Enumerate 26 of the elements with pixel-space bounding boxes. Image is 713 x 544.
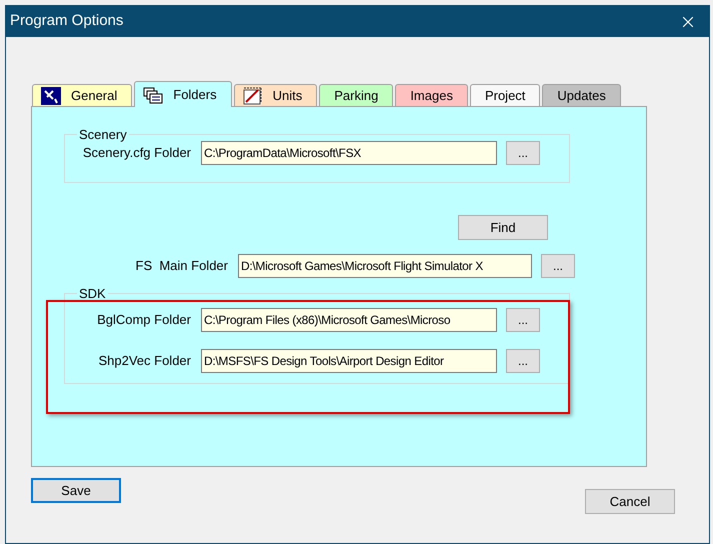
- browse-button[interactable]: ...: [506, 308, 540, 332]
- folder-field[interactable]: D:\Microsoft Games\Microsoft Flight Simulator X: [238, 254, 532, 278]
- tab[interactable]: General: [32, 84, 132, 106]
- folders-icon: [143, 86, 164, 104]
- tab[interactable]: Folders: [134, 81, 232, 107]
- folder-field[interactable]: D:\MSFS\FS Design Tools\Airport Design Editor: [201, 348, 497, 372]
- tab[interactable]: Project: [470, 84, 540, 106]
- browse-button[interactable]: ...: [506, 348, 540, 372]
- field-label: BglComp Folder: [96, 310, 191, 329]
- folder-field[interactable]: C:\ProgramData\Microsoft\FSX: [201, 140, 497, 164]
- group-title: Scenery: [78, 126, 128, 144]
- cancel-button[interactable]: Cancel: [585, 489, 675, 514]
- tab[interactable]: Parking: [319, 84, 394, 106]
- browse-button[interactable]: ...: [541, 254, 575, 278]
- tab[interactable]: Units: [234, 84, 318, 106]
- save-button[interactable]: Save: [31, 478, 121, 503]
- group-title: SDK: [78, 285, 107, 303]
- tab[interactable]: Images: [395, 84, 468, 106]
- field-label: Shp2Vec Folder: [97, 352, 191, 370]
- field-label: FS Main Folder: [134, 257, 228, 276]
- find-button[interactable]: Find: [458, 215, 548, 240]
- field-label: Scenery.cfg Folder: [82, 144, 191, 162]
- window-title: Program Options: [10, 11, 124, 32]
- folder-field[interactable]: C:\Program Files (x86)\Microsoft Games\Microso: [201, 308, 497, 332]
- tab[interactable]: Updates: [542, 84, 621, 106]
- browse-button[interactable]: ...: [506, 140, 540, 164]
